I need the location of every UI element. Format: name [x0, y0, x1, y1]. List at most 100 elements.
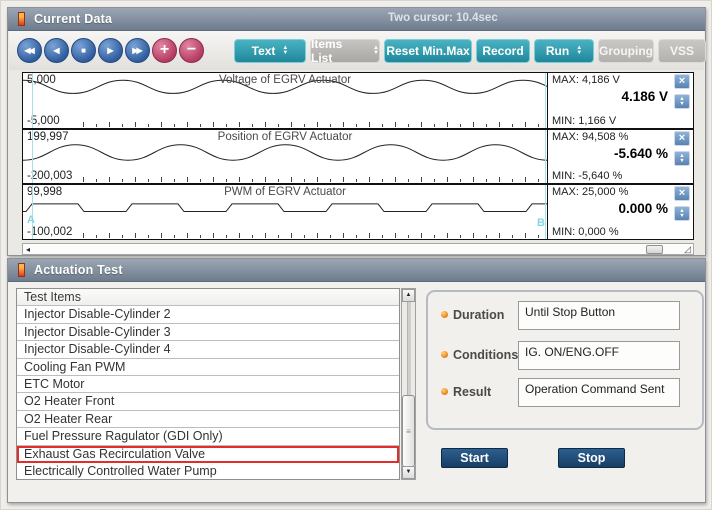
- cursor-a-line[interactable]: [32, 185, 33, 239]
- button-label: Run: [546, 44, 569, 58]
- scale-spinner-button[interactable]: ▲▼: [674, 151, 690, 166]
- current-value: -5.640 %: [614, 146, 668, 161]
- time-axis-ticks-minor: [96, 124, 543, 127]
- field-label: Duration: [453, 308, 504, 322]
- fast-forward-button[interactable]: ▶▶: [125, 38, 150, 63]
- scrollbar-thumb[interactable]: [646, 245, 663, 254]
- chart-toolbar: ◀◀◀■▶▶▶+− Text▲▼Items List▲▼Reset Min.Ma…: [9, 31, 704, 70]
- scale-spinner-button[interactable]: ▲▼: [674, 206, 690, 221]
- cursor-b-line[interactable]: [545, 130, 546, 183]
- cursor-b-line[interactable]: [545, 73, 546, 128]
- list-item[interactable]: Injector Disable-Cylinder 2: [17, 306, 399, 323]
- value-panel-voltage: MAX: 4,186 V 4.186 V MIN: 1,166 V: [547, 73, 672, 128]
- bullet-icon: [441, 351, 448, 358]
- current-data-titlebar: Current Data Two cursor: 10.4sec: [8, 8, 705, 31]
- list-item[interactable]: ETC Motor: [17, 376, 399, 393]
- chart-plot-position: 199,997 Position of EGRV Actuator -200,0…: [23, 130, 547, 183]
- text-button[interactable]: Text▲▼: [234, 39, 306, 63]
- list-item[interactable]: Fuel Pressure Ragulator (GDI Only): [17, 428, 399, 445]
- list-item[interactable]: Electrically Controlled Water Pump: [17, 463, 399, 480]
- close-chart-button[interactable]: ×: [674, 186, 690, 201]
- window-title: Current Data: [34, 12, 112, 26]
- bullet-icon: [441, 388, 448, 395]
- duration-value-box: Until Stop Button: [518, 301, 680, 330]
- list-item[interactable]: O2 Heater Front: [17, 393, 399, 410]
- playback-button-group: ◀◀◀■▶▶▶+−: [17, 38, 206, 63]
- test-items-list: Test ItemsInjector Disable-Cylinder 2Inj…: [16, 288, 400, 480]
- chart-row-pwm: 99,998 PWM of EGRV Actuator -100,002 A B…: [23, 183, 693, 239]
- resize-grip-icon: ◿: [684, 244, 691, 254]
- button-label: Grouping: [599, 44, 653, 58]
- scale-spinner-button[interactable]: ▲▼: [674, 94, 690, 109]
- time-axis-ticks-minor: [96, 179, 543, 182]
- stop-button[interactable]: ■: [71, 38, 96, 63]
- cursor-a-line[interactable]: [32, 130, 33, 183]
- list-item[interactable]: O2 Heater Rear: [17, 411, 399, 428]
- scroll-up-button[interactable]: ▲: [402, 289, 415, 302]
- actuation-test-titlebar: Actuation Test: [8, 259, 705, 282]
- start-button[interactable]: Start: [441, 448, 508, 468]
- items-list-button[interactable]: Items List▲▼: [310, 39, 380, 63]
- grouping-button[interactable]: Grouping: [598, 39, 654, 63]
- zoom-out-icon: −: [187, 42, 196, 58]
- cursor-b-line[interactable]: [545, 185, 546, 239]
- rewind-button[interactable]: ◀◀: [17, 38, 42, 63]
- list-item[interactable]: Injector Disable-Cylinder 3: [17, 324, 399, 341]
- duration-field: Duration Until Stop Button: [428, 301, 702, 330]
- max-value-label: MAX: 4,186 V: [552, 74, 620, 86]
- conditions-field: Conditions IG. ON/ENG.OFF: [428, 341, 702, 370]
- bullet-icon: [441, 311, 448, 318]
- list-vertical-scrollbar[interactable]: ▲ ≡ ▼: [401, 288, 416, 480]
- close-chart-button[interactable]: ×: [674, 74, 690, 89]
- list-item[interactable]: Injector Disable-Cylinder 4: [17, 341, 399, 358]
- result-value-box: Operation Command Sent: [518, 378, 680, 407]
- two-cursor-readout: Two cursor: 10.4sec: [388, 12, 498, 24]
- value-panel-pwm: MAX: 25,000 % 0.000 % MIN: 0,000 %: [547, 185, 672, 239]
- fast-forward-icon: ▶▶: [132, 47, 140, 55]
- conditions-value-box: IG. ON/ENG.OFF: [518, 341, 680, 370]
- list-item[interactable]: Cooling Fan PWM: [17, 359, 399, 376]
- stop-icon: ■: [81, 47, 86, 55]
- cursor-a-label: A: [27, 214, 35, 226]
- toolbar-button-group: Text▲▼Items List▲▼Reset Min.MaxRecordRun…: [206, 39, 710, 63]
- window-icon: [18, 12, 25, 26]
- window-icon: [18, 263, 25, 277]
- chart-row-position: 199,997 Position of EGRV Actuator -200,0…: [23, 128, 693, 183]
- chart-horizontal-scrollbar[interactable]: ◂ ◿: [22, 243, 694, 255]
- chart-stack: 5,000 Voltage of EGRV Actuator -5,000 MA…: [22, 72, 694, 240]
- chart-row-voltage: 5,000 Voltage of EGRV Actuator -5,000 MA…: [23, 73, 693, 128]
- updown-arrows-icon: ▲▼: [373, 46, 379, 56]
- list-item-selected[interactable]: Exhaust Gas Recirculation Valve: [17, 446, 399, 463]
- current-value: 4.186 V: [621, 89, 668, 104]
- window-title: Actuation Test: [34, 263, 123, 277]
- chart-controls: × ▲▼: [672, 73, 693, 128]
- chart-controls: × ▲▼: [672, 185, 693, 239]
- step-back-button[interactable]: ◀: [44, 38, 69, 63]
- chart-controls: × ▲▼: [672, 130, 693, 183]
- scroll-left-arrow-icon[interactable]: ◂: [26, 245, 30, 255]
- zoom-in-icon: +: [160, 42, 169, 58]
- list-header: Test Items: [17, 289, 399, 306]
- stop-button[interactable]: Stop: [558, 448, 625, 468]
- chart-title: PWM of EGRV Actuator: [23, 186, 547, 198]
- chart-title: Voltage of EGRV Actuator: [23, 74, 547, 86]
- max-value-label: MAX: 94,508 %: [552, 131, 628, 143]
- down-arrow-icon: ▼: [679, 102, 684, 107]
- run-button[interactable]: Run ▲▼: [534, 39, 594, 63]
- close-chart-button[interactable]: ×: [674, 131, 690, 146]
- vss-button[interactable]: VSS: [658, 39, 706, 63]
- record-button[interactable]: Record: [476, 39, 530, 63]
- test-detail-panel: Duration Until Stop Button Conditions IG…: [426, 290, 704, 430]
- current-value: 0.000 %: [618, 201, 668, 216]
- zoom-out-button[interactable]: −: [179, 38, 204, 63]
- updown-arrows-icon: ▲▼: [576, 46, 582, 56]
- scroll-down-button[interactable]: ▼: [402, 466, 415, 479]
- zoom-in-button[interactable]: +: [152, 38, 177, 63]
- value-panel-position: MAX: 94,508 % -5.640 % MIN: -5,640 %: [547, 130, 672, 183]
- reset-min-max-button[interactable]: Reset Min.Max: [384, 39, 472, 63]
- updown-arrows-icon: ▲▼: [282, 46, 288, 56]
- play-icon: ▶: [107, 47, 113, 55]
- cursor-a-line[interactable]: [32, 73, 33, 128]
- scrollbar-thumb[interactable]: ≡: [402, 395, 415, 467]
- play-button[interactable]: ▶: [98, 38, 123, 63]
